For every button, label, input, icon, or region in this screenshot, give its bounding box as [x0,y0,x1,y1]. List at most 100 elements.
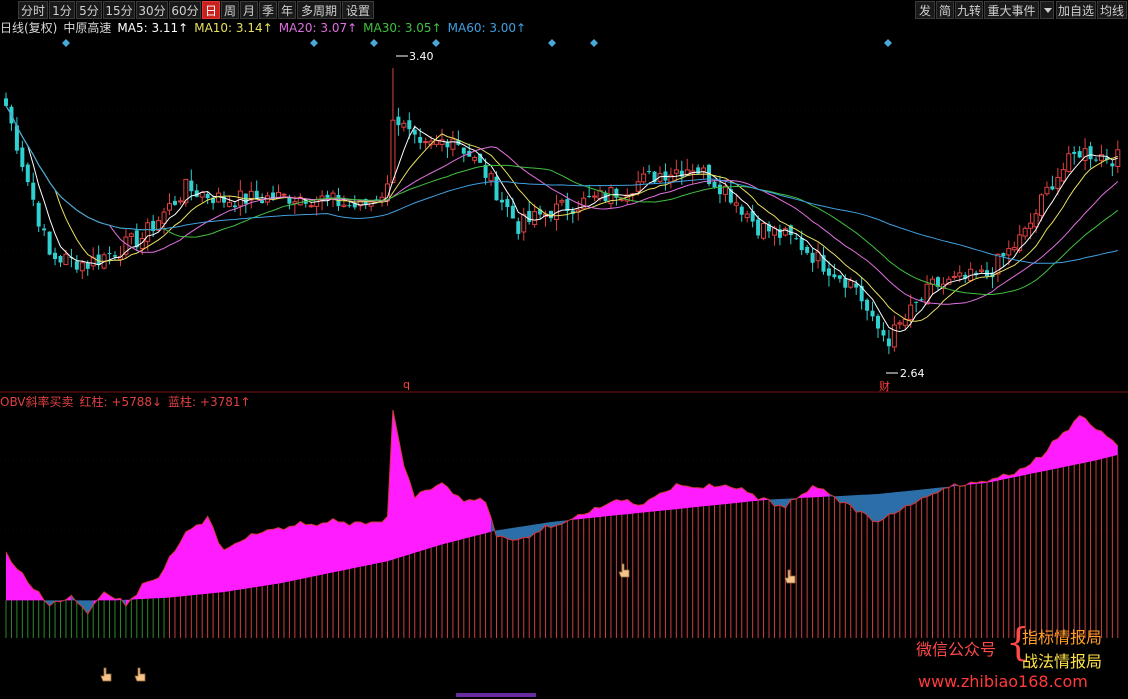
ma60-line [5,105,1118,264]
candle-body [951,275,957,278]
scrollbar-thumb[interactable] [456,693,536,697]
toolbar-junxian-button[interactable]: 均线 [1097,1,1127,19]
toolbar-settings-button[interactable]: 设置 [342,1,374,19]
candle-body [330,192,336,199]
candle-body [1094,159,1098,161]
toolbar-5min-button[interactable]: 5分 [76,1,102,19]
candle-body [1006,248,1012,256]
toolbar-jiuzhuan-button[interactable]: 九转 [955,1,983,19]
candle-body [1055,176,1061,189]
candle-body [559,200,565,203]
toolbar-60min-button[interactable]: 60分 [169,1,201,19]
obv-indicator-name[interactable]: OBV斜率买卖 [0,395,74,409]
candle-body [521,213,527,233]
toolbar-jian-button[interactable]: 简 [936,1,954,19]
diamond-icon [62,39,70,47]
candle-body [434,140,440,145]
toolbar-multi-button[interactable]: 多周期 [297,1,341,19]
toolbar-fenshi-button[interactable]: 分时 [18,1,48,19]
candle-body [167,203,172,211]
candle-body [287,197,292,204]
candle-body [254,190,259,199]
toolbar-season-button[interactable]: 季 [259,1,277,19]
candle-body [401,122,407,128]
candle-body [172,200,177,205]
moving-average-lines [5,105,1119,333]
candle-body [870,310,875,317]
candle-body [744,213,750,219]
ma30-value: MA30: 3.05↑ [363,21,442,35]
obv-blue-value: 蓝柱: +3781↑ [168,395,251,409]
candle-body [549,210,553,219]
watermark-wechat: 微信公众号 [916,640,997,659]
toolbar-year-button[interactable]: 年 [278,1,296,19]
candle-body [113,255,117,257]
candle-body [74,261,79,270]
event-marker-cai[interactable]: 财 [879,379,890,393]
candle-body [587,196,592,198]
toolbar-week-button[interactable]: 周 [221,1,239,19]
events-dropdown-icon[interactable] [1040,1,1054,19]
candle-body [47,231,52,255]
event-marker-q[interactable]: q [403,378,410,391]
toolbar-15min-button[interactable]: 15分 [103,1,135,19]
obv-red-area [567,483,769,521]
ma10-value: MA10: 3.14↑ [194,21,273,35]
candle-body [908,304,914,321]
candle-body [36,202,41,227]
toolbar-month-button[interactable]: 月 [240,1,258,19]
candle-body [876,315,880,329]
toolbar-events-button[interactable]: 重大事件 [984,1,1039,19]
candle-body [1072,151,1077,154]
candle-body [85,262,90,269]
candle-body [4,98,8,106]
candle-body [423,141,429,144]
candle-body [527,210,532,222]
candle-body [843,278,848,288]
candle-body [826,268,831,276]
candle-body [1066,153,1072,172]
candle-body [761,222,767,239]
toolbar-1min-button[interactable]: 1分 [49,1,75,19]
candle-body [516,221,521,234]
candle-body [647,170,652,172]
candle-body [914,301,919,303]
candle-body [510,205,515,219]
candle-body [128,233,134,237]
candle-body [1077,151,1082,158]
toolbar-30min-button[interactable]: 30分 [136,1,168,19]
candle-body [1001,253,1006,257]
candle-body [1033,213,1039,228]
candle-body [957,272,963,277]
hand-pointer-icon [134,667,146,682]
candle-body [799,238,804,251]
candle-body [53,252,58,260]
candle-body [189,180,194,192]
candle-body [390,119,396,183]
candle-body [733,202,739,206]
candle-body [1050,186,1055,190]
candle-body [1060,169,1066,182]
toolbar-fa-button[interactable]: 发 [915,1,935,19]
obv-panel [5,409,1119,638]
candlesticks [4,68,1121,355]
candle-body [232,205,237,208]
diamond-icon [884,39,892,47]
toolbar-day-button[interactable]: 日 [202,1,220,19]
candle-body [1039,194,1044,217]
candle-body [107,253,112,255]
watermark-url: www.zhibiao168.com [918,672,1088,691]
candle-body [418,137,423,143]
candle-body [532,211,538,225]
candle-body [881,330,886,336]
ma20-value: MA20: 3.07↑ [278,21,358,35]
low-price-label: 2.64 [900,367,925,380]
candle-body [1011,247,1017,251]
candle-body [226,201,232,207]
candle-body [919,299,924,301]
price-annotations: 3.40 2.64 q 财 [396,50,925,393]
candle-body [308,205,314,208]
candle-body [635,181,641,192]
candle-body [810,252,815,263]
toolbar-add-button[interactable]: 加自选 [1056,1,1096,19]
